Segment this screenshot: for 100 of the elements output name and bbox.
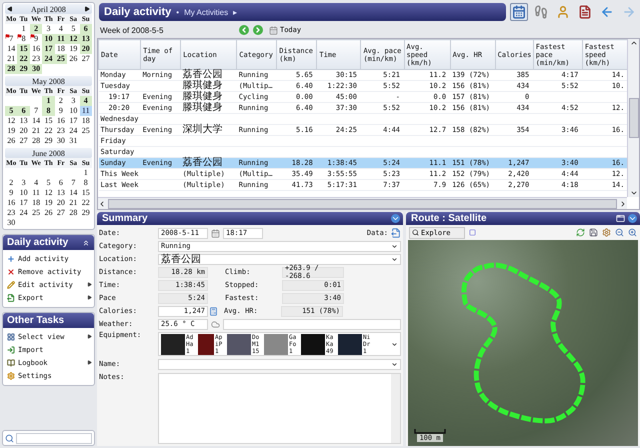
calendar-day[interactable]: 21 (5, 54, 18, 64)
calendar-day[interactable]: 27 (54, 208, 68, 218)
scroll-down-icon[interactable] (630, 189, 638, 197)
calendar-day[interactable]: 11 (80, 106, 92, 116)
calendar-day[interactable]: 30 (54, 136, 68, 146)
calendar-day[interactable]: 14 (67, 188, 80, 198)
calendar-day[interactable]: 2 (54, 96, 68, 106)
zoom-in-icon[interactable] (628, 228, 637, 237)
calendar-day[interactable]: 13 (54, 188, 68, 198)
calendar-day[interactable]: 16 (30, 44, 42, 54)
calendar-day[interactable]: 24 (42, 54, 55, 64)
calendar-day[interactable]: 3 (17, 178, 30, 188)
calendar-day[interactable]: 1 (17, 24, 30, 34)
calendar-day[interactable]: 9 (5, 188, 18, 198)
calendar-day[interactable]: 1 (80, 168, 92, 178)
calendar-day[interactable]: 24 (17, 208, 30, 218)
calendar-day[interactable]: 7 (30, 106, 42, 116)
scroll-left-icon[interactable] (98, 200, 106, 208)
calendar-day[interactable]: 18 (80, 116, 92, 126)
save-icon[interactable] (589, 228, 598, 237)
calendar-day[interactable]: 22 (80, 198, 92, 208)
scroll-up-icon[interactable] (630, 39, 638, 47)
breadcrumb-link[interactable]: My Activities (184, 8, 228, 16)
collapse-icon[interactable] (82, 238, 90, 246)
calendar-day[interactable]: 26 (42, 208, 55, 218)
weather-field[interactable] (223, 318, 401, 330)
calendar-day[interactable]: 17 (67, 116, 80, 126)
calendar-day[interactable]: 5 (5, 106, 18, 116)
collapse-icon[interactable] (628, 214, 637, 223)
scroll-thumb[interactable] (628, 98, 638, 138)
calendar-day[interactable]: 22 (17, 54, 30, 64)
calendar-day[interactable]: 12 (5, 116, 18, 126)
calendar-day[interactable]: 4 (80, 96, 92, 106)
calendar-day[interactable]: 3 (42, 24, 55, 34)
calendar-day[interactable]: 14 (30, 116, 42, 126)
calendar-day[interactable]: 4 (30, 178, 42, 188)
calendar-day[interactable]: 28 (67, 208, 80, 218)
calendar-day[interactable]: 18 (30, 198, 42, 208)
calendar-day[interactable]: 31 (67, 136, 80, 146)
calendar-view-button[interactable] (510, 3, 528, 21)
calendar-day[interactable]: 8 (80, 178, 92, 188)
calendar-day[interactable]: 7 (67, 178, 80, 188)
refresh-icon[interactable] (576, 228, 585, 237)
calendar-day[interactable]: 25 (80, 126, 92, 136)
calendar-day[interactable]: 13 (80, 34, 92, 44)
calendar-day[interactable]: 2 (30, 24, 42, 34)
calendar-day[interactable]: 12 (67, 34, 80, 44)
scroll-right-icon[interactable] (619, 200, 627, 208)
calendar-day[interactable]: 2 (5, 178, 18, 188)
settings-icon[interactable] (602, 228, 611, 237)
calendar-day[interactable]: 19 (5, 126, 18, 136)
calendar-day[interactable]: 25 (54, 54, 68, 64)
calendar-day[interactable]: 14 (5, 44, 18, 54)
calendar-day[interactable]: 8 (17, 34, 30, 44)
calendar-day[interactable]: 19 (67, 44, 80, 54)
calendar-day[interactable]: 9 (54, 106, 68, 116)
calendar-day[interactable]: 15 (80, 188, 92, 198)
calendar-day[interactable]: 15 (17, 44, 30, 54)
calendar-day[interactable]: 1 (42, 96, 55, 106)
calendar-day[interactable]: 17 (42, 44, 55, 54)
next-week-button[interactable] (253, 25, 263, 35)
vertical-scrollbar[interactable] (627, 39, 639, 197)
calendar-day[interactable]: 26 (5, 136, 18, 146)
calendar-day[interactable]: 5 (67, 24, 80, 34)
previous-month-icon[interactable] (7, 6, 13, 12)
calendar-day[interactable]: 29 (80, 208, 92, 218)
activity-view-button[interactable] (532, 3, 550, 21)
calendar-day[interactable]: 20 (80, 44, 92, 54)
calendar-day[interactable]: 30 (30, 64, 42, 74)
calendar-day[interactable]: 11 (30, 188, 42, 198)
calendar-day[interactable]: 30 (5, 218, 18, 228)
calendar-day[interactable]: 20 (54, 198, 68, 208)
zoom-out-icon[interactable] (615, 228, 624, 237)
calendar-day[interactable]: 21 (67, 198, 80, 208)
calendar-day[interactable]: 12 (42, 188, 55, 198)
calendar-day[interactable]: 4 (54, 24, 68, 34)
square-icon[interactable] (469, 229, 476, 236)
calendar-day[interactable]: 26 (67, 54, 80, 64)
breadcrumb-arrow[interactable]: ▸ (233, 8, 238, 16)
scroll-thumb[interactable] (108, 198, 617, 208)
calendar-day[interactable]: 27 (17, 136, 30, 146)
collapse-icon[interactable] (391, 214, 400, 223)
calculator-icon[interactable] (209, 306, 218, 316)
calendar-day[interactable]: 10 (17, 188, 30, 198)
calendar-day[interactable]: 3 (67, 96, 80, 106)
calendar-day[interactable]: 17 (17, 198, 30, 208)
calendar-day[interactable]: 24 (67, 126, 80, 136)
calendar-day[interactable]: 23 (54, 126, 68, 136)
calendar-day[interactable]: 9 (30, 34, 42, 44)
data-icon[interactable] (391, 228, 401, 238)
calendar-day[interactable]: 25 (30, 208, 42, 218)
calendar-day[interactable]: 10 (67, 106, 80, 116)
calendar-day[interactable]: 19 (42, 198, 55, 208)
calendar-icon[interactable] (211, 228, 220, 238)
calendar-day[interactable]: 21 (30, 126, 42, 136)
horizontal-scrollbar[interactable] (98, 197, 627, 209)
calendar-day[interactable]: 5 (42, 178, 55, 188)
calendar-day[interactable]: 27 (80, 54, 92, 64)
calendar-day[interactable]: 23 (30, 54, 42, 64)
calendar-day[interactable]: 20 (17, 126, 30, 136)
